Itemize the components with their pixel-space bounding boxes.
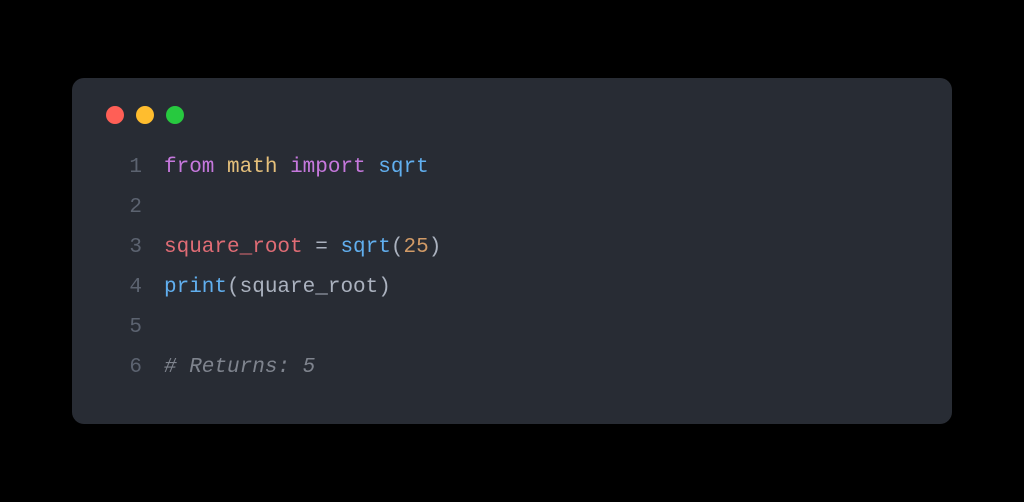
code-token [366,156,379,179]
code-token: ( [227,276,240,299]
code-line: 5 [104,308,920,348]
code-line: 1from math import sqrt [104,148,920,188]
close-icon[interactable] [106,106,124,124]
line-number: 6 [104,348,142,388]
code-token: 25 [403,236,428,259]
code-token: ( [391,236,404,259]
code-token: square_root [164,236,303,259]
code-token [214,156,227,179]
code-editor-window: 1from math import sqrt2 3square_root = s… [72,78,952,423]
line-content: # Returns: 5 [142,348,315,388]
code-token: math [227,156,277,179]
code-line: 4print(square_root) [104,268,920,308]
line-number: 5 [104,308,142,348]
line-content [142,308,177,348]
line-number: 2 [104,188,142,228]
code-line: 2 [104,188,920,228]
line-content [142,188,177,228]
code-token: from [164,156,214,179]
code-area: 1from math import sqrt2 3square_root = s… [104,148,920,387]
code-token: print [164,276,227,299]
code-token [303,236,316,259]
code-token: ) [378,276,391,299]
zoom-icon[interactable] [166,106,184,124]
line-number: 3 [104,228,142,268]
code-line: 3square_root = sqrt(25) [104,228,920,268]
code-line: 6 # Returns: 5 [104,348,920,388]
code-token: sqrt [378,156,428,179]
code-token [277,156,290,179]
code-token: = [315,236,328,259]
code-token [328,236,341,259]
line-number: 4 [104,268,142,308]
line-number: 1 [104,148,142,188]
code-token: square_root [240,276,379,299]
code-token: sqrt [340,236,390,259]
line-content: from math import sqrt [142,148,429,188]
line-content: square_root = sqrt(25) [142,228,441,268]
traffic-lights [106,106,920,124]
line-content: print(square_root) [142,268,391,308]
code-token: ) [429,236,442,259]
code-token: # Returns: 5 [164,356,315,379]
code-token: import [290,156,366,179]
minimize-icon[interactable] [136,106,154,124]
